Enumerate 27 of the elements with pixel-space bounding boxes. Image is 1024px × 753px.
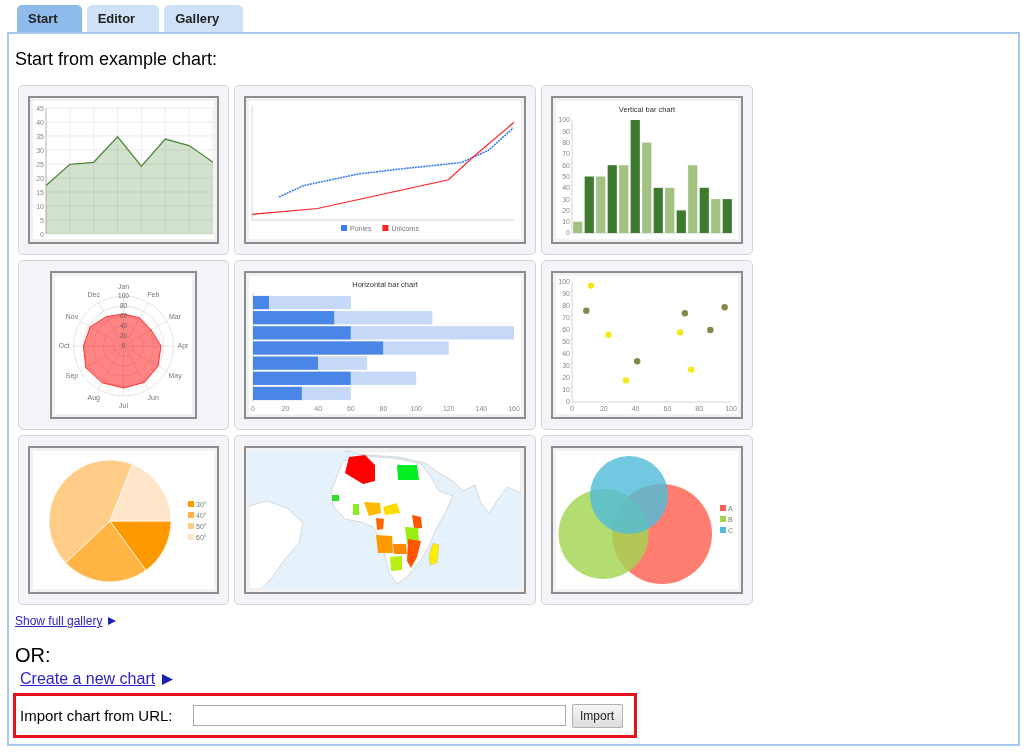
bar [722, 199, 732, 233]
bar [711, 199, 721, 233]
data-point [681, 310, 689, 317]
data-point [605, 331, 612, 338]
data-point [587, 282, 595, 289]
import-label: Import chart from URL: [20, 707, 173, 724]
data-point [688, 366, 695, 373]
gallery-link[interactable]: Show full gallery [15, 614, 103, 628]
section-heading: Start from example chart: [15, 49, 219, 70]
url-input[interactable] [192, 705, 566, 726]
bar [596, 176, 606, 233]
tab[interactable]: Start [17, 5, 82, 32]
triangle-icon [108, 617, 117, 625]
tab[interactable]: Gallery [164, 5, 244, 32]
chart-thumbnail[interactable] [234, 435, 536, 605]
triangle-icon [162, 673, 174, 685]
data-point [634, 358, 641, 365]
or-label: OR: [15, 644, 52, 667]
import-button[interactable]: Import [571, 703, 623, 728]
data-point [721, 304, 728, 311]
data-point [622, 377, 630, 384]
tab[interactable]: Editor [86, 5, 160, 32]
data-point [676, 329, 684, 336]
bar [607, 165, 617, 233]
data-point [583, 307, 590, 314]
data-point [707, 326, 714, 334]
create-chart-link[interactable]: Create a new chart [20, 670, 156, 688]
